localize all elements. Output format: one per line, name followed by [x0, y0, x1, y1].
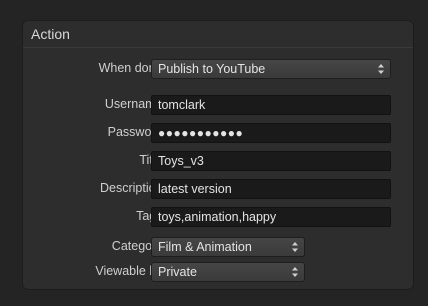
title-row: Title: Toys_v3	[23, 151, 413, 171]
category-value: Film & Animation	[158, 240, 252, 254]
section-title: Action	[31, 26, 70, 42]
when-done-popup[interactable]: Publish to YouTube	[151, 59, 391, 79]
password-field[interactable]: ●●●●●●●●●●●	[151, 123, 391, 143]
up-down-chevron-icon	[378, 64, 384, 74]
action-panel: Action When done: Publish to YouTube Use…	[22, 20, 414, 290]
category-popup[interactable]: Film & Animation	[151, 237, 305, 257]
panel-header: Action	[23, 21, 413, 48]
viewable-by-row: Viewable by: Private	[23, 262, 413, 282]
viewable-by-popup[interactable]: Private	[151, 262, 305, 282]
when-done-row: When done: Publish to YouTube	[23, 59, 413, 79]
title-field[interactable]: Toys_v3	[151, 151, 391, 171]
tags-row: Tags: toys,animation,happy	[23, 207, 413, 227]
viewable-by-value: Private	[158, 265, 197, 279]
tags-field[interactable]: toys,animation,happy	[151, 207, 391, 227]
username-row: Username: tomclark	[23, 95, 413, 115]
description-row: Description: latest version	[23, 179, 413, 199]
up-down-chevron-icon	[292, 267, 298, 277]
when-done-value: Publish to YouTube	[158, 62, 266, 76]
category-row: Category: Film & Animation	[23, 237, 413, 257]
description-field[interactable]: latest version	[151, 179, 391, 199]
up-down-chevron-icon	[292, 242, 298, 252]
password-row: Password: ●●●●●●●●●●●	[23, 123, 413, 143]
username-field[interactable]: tomclark	[151, 95, 391, 115]
